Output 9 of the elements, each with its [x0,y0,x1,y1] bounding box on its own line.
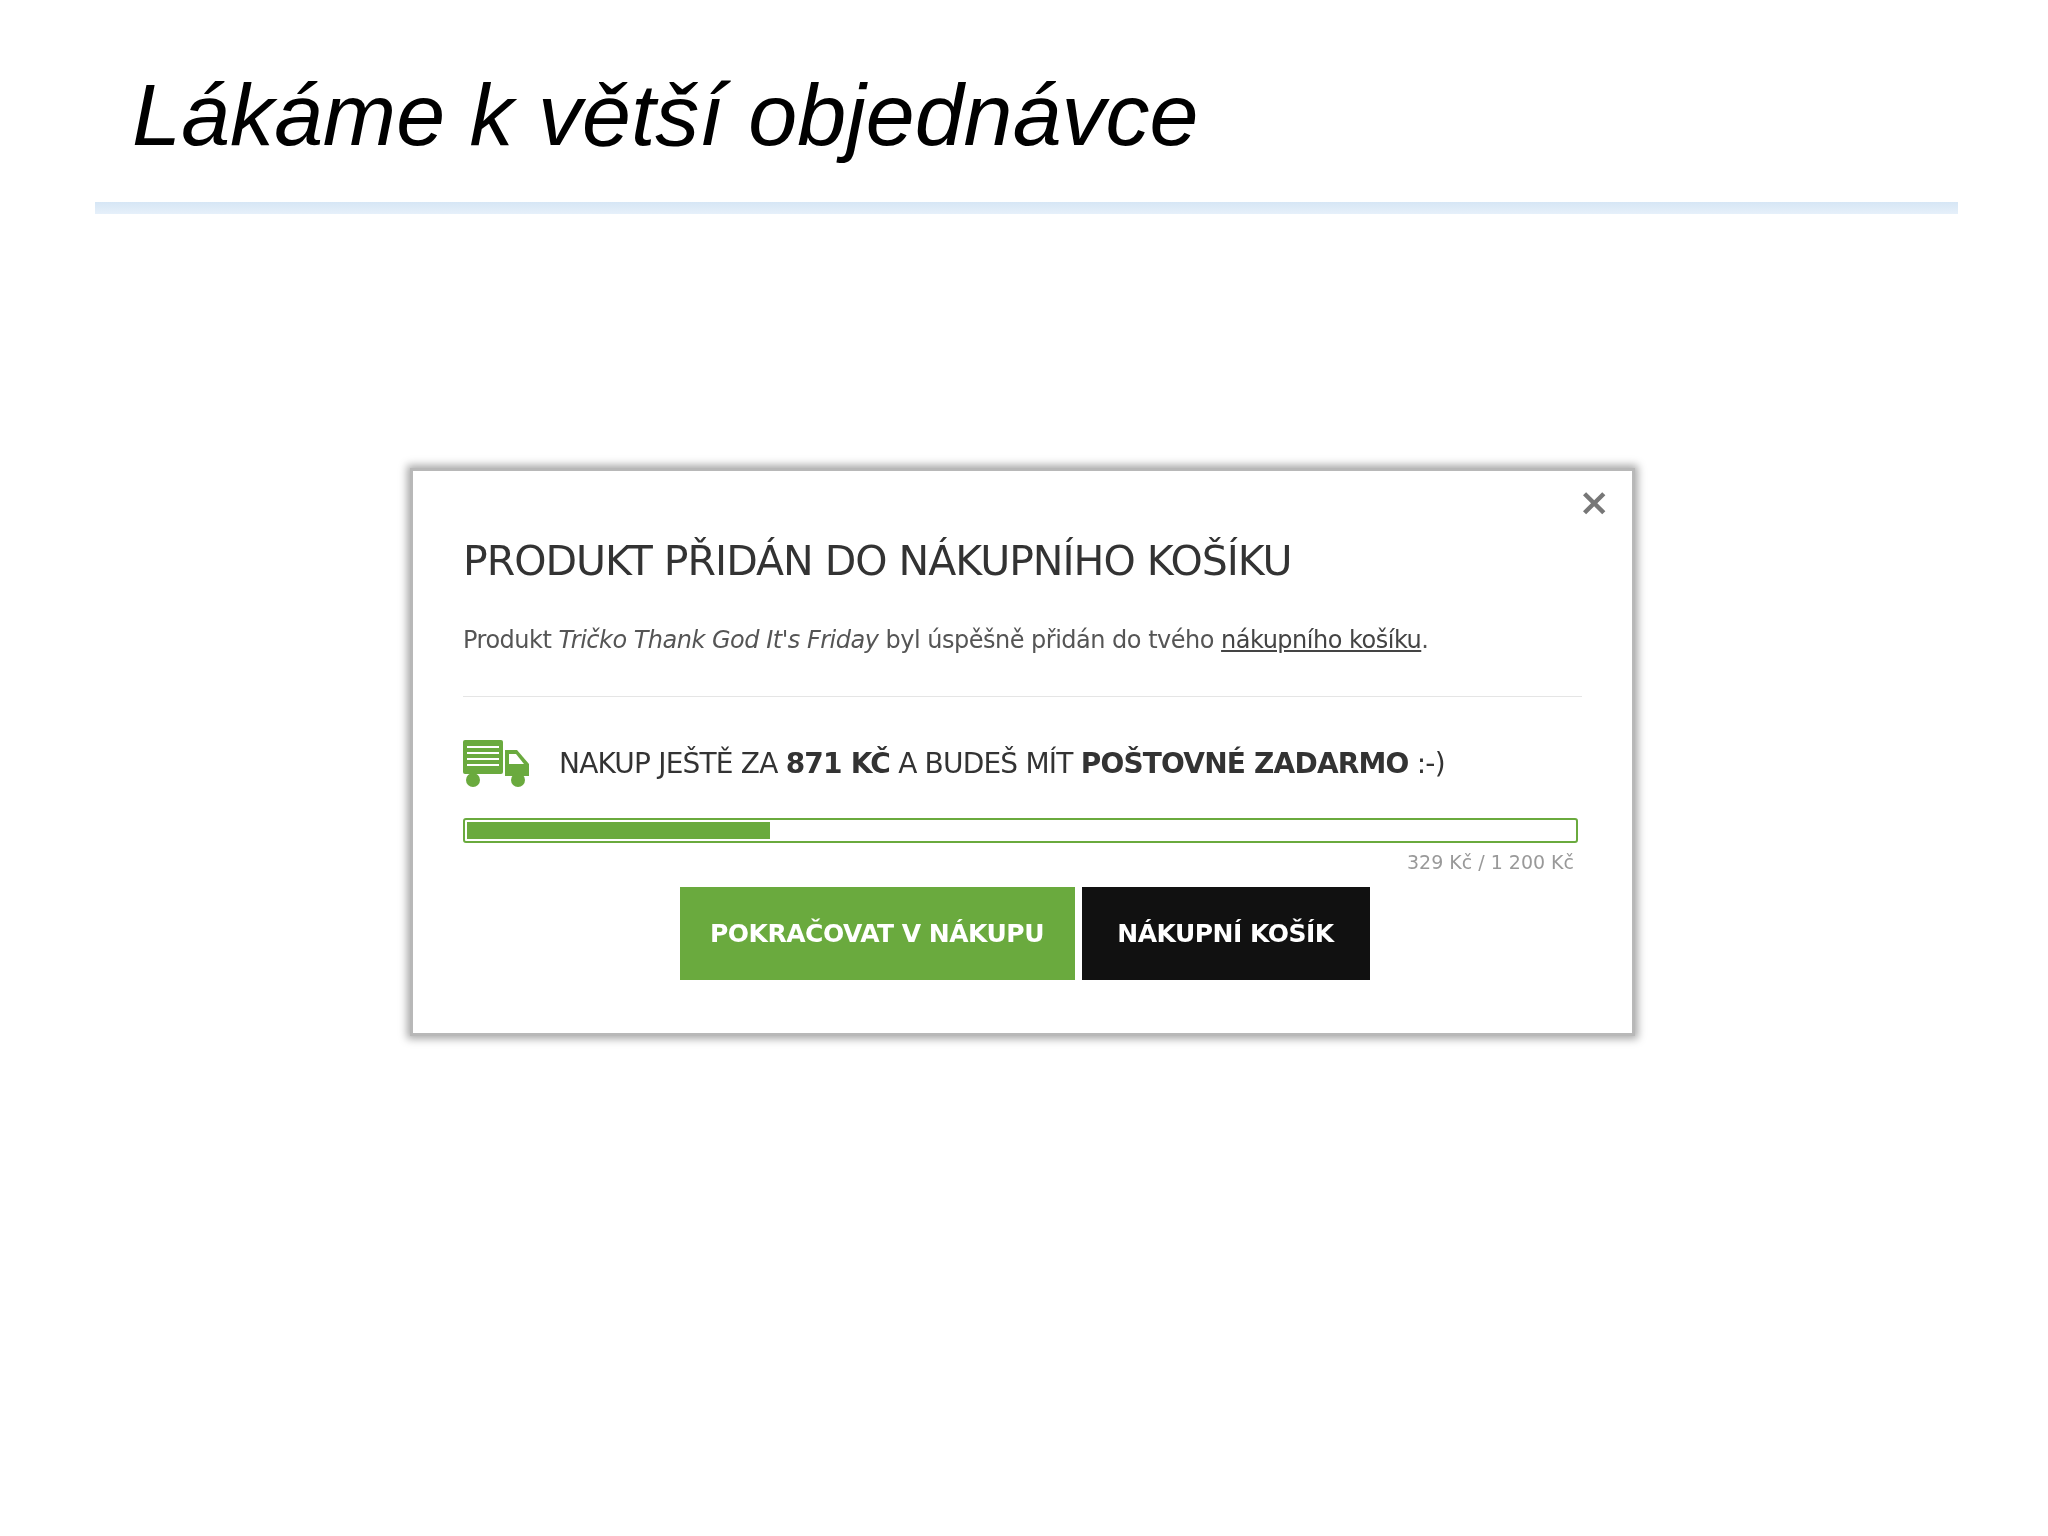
dialog-heading: PRODUKT PŘIDÁN DO NÁKUPNÍHO KOŠÍKU [463,536,1292,585]
progress-reading: 329 Kč / 1 200 Kč [1406,850,1574,873]
free-shipping-message: NAKUP JEŠTĚ ZA 871 KČ A BUDEŠ MÍT POŠTOVNÉ ZADARMO :-) [559,747,1445,781]
close-button[interactable]: × [1578,482,1610,521]
confirmation-message: Produkt Tričko Thank God It's Friday byl úspěšně přidán do tvého nákupního košíku. [463,625,1429,654]
cart-button[interactable]: NÁKUPNÍ KOŠÍK [1081,886,1370,980]
slide-title: Lákáme k větší objednávce [132,64,1199,166]
cart-link[interactable]: nákupního košíku [1221,625,1422,654]
truck-icon [463,739,531,788]
